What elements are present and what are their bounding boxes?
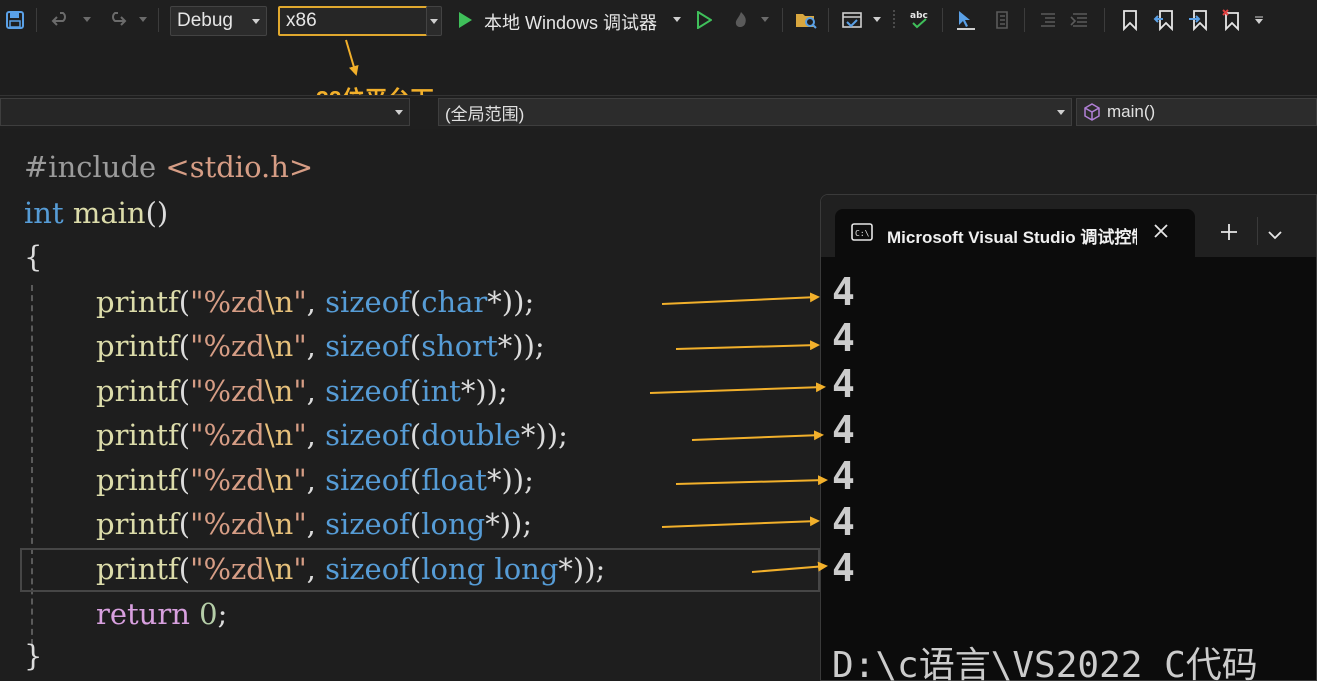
annotation-arrow bbox=[345, 39, 359, 76]
output-arrow bbox=[661, 516, 820, 528]
output-arrow bbox=[691, 430, 824, 441]
output-arrow bbox=[751, 561, 828, 573]
output-arrow bbox=[649, 382, 826, 394]
output-arrow bbox=[675, 340, 820, 351]
output-arrow bbox=[661, 292, 820, 305]
output-arrow bbox=[675, 475, 828, 486]
annotation-arrows bbox=[345, 39, 828, 573]
